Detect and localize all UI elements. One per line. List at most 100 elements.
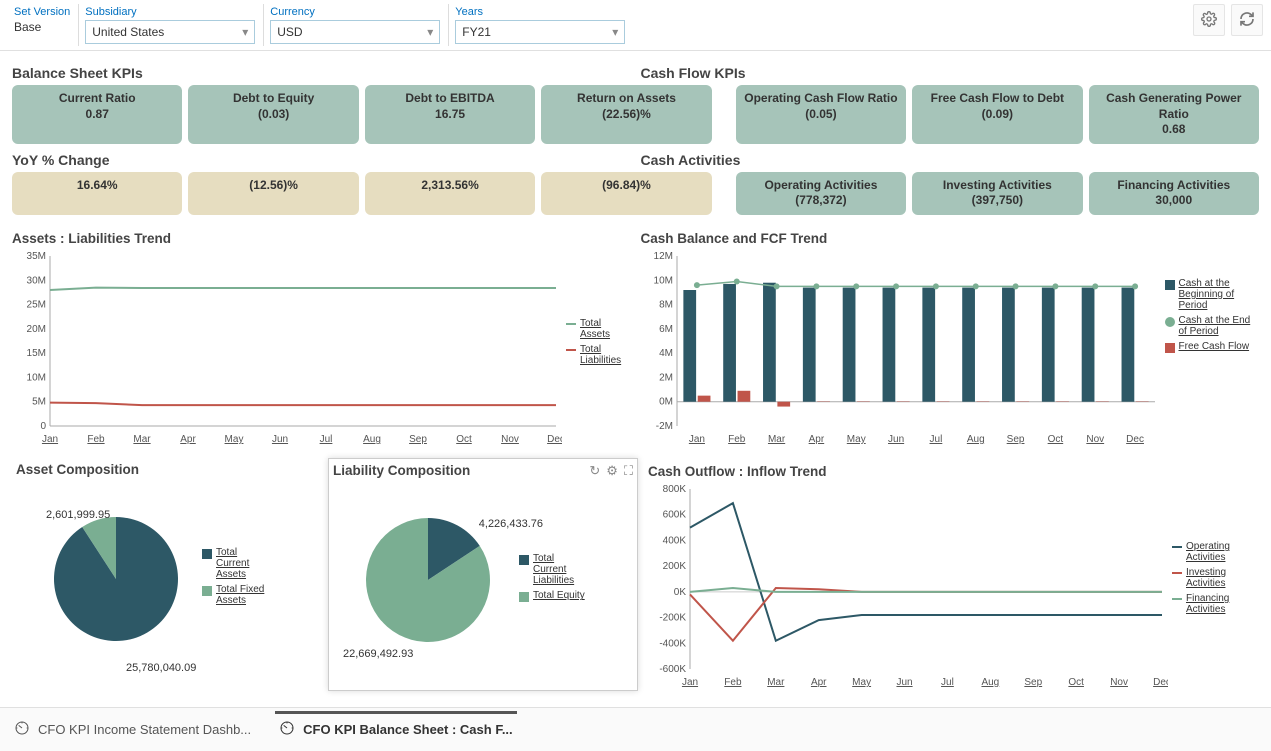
line-chart[interactable]: 05M10M15M20M25M30M35MJanFebMarAprMayJunJ… bbox=[12, 248, 562, 448]
chart-asset-composition: Asset Composition 2,601,999.95 Total Cur… bbox=[12, 458, 322, 691]
bar-chart[interactable]: -2M0M2M4M6M8M10M12MJanFebMarAprMayJunJul… bbox=[641, 248, 1161, 448]
svg-text:Jul: Jul bbox=[929, 434, 942, 445]
filter-label: Years bbox=[455, 6, 625, 18]
expand-icon[interactable]: ⛶ bbox=[624, 463, 633, 479]
svg-text:Sep: Sep bbox=[1024, 677, 1042, 688]
filter-value[interactable]: Base bbox=[14, 20, 70, 34]
legend-swatch bbox=[1172, 598, 1182, 600]
chart-title: Cash Outflow : Inflow Trend bbox=[648, 464, 1259, 479]
legend-swatch bbox=[566, 349, 576, 351]
refresh-icon[interactable]: ↻ bbox=[589, 463, 600, 479]
kpi-yoy-4[interactable]: (96.84)% bbox=[541, 172, 711, 215]
svg-text:10M: 10M bbox=[653, 275, 672, 286]
svg-text:Nov: Nov bbox=[1086, 434, 1104, 445]
kpi-operating-activities[interactable]: Operating Activities(778,372) bbox=[736, 172, 906, 215]
svg-text:6M: 6M bbox=[659, 324, 673, 335]
legend-swatch bbox=[1165, 343, 1175, 353]
panel-toolbar: ↻ ⚙ ⛶ bbox=[589, 463, 633, 479]
legend-swatch bbox=[1172, 546, 1182, 548]
pie-chart[interactable] bbox=[16, 499, 196, 659]
settings-button[interactable] bbox=[1193, 4, 1225, 36]
svg-text:May: May bbox=[852, 677, 871, 688]
chart-cash-balance-fcf: Cash Balance and FCF Trend -2M0M2M4M6M8M… bbox=[641, 231, 1260, 448]
chevron-down-icon: ▾ bbox=[612, 25, 618, 39]
svg-text:-2M: -2M bbox=[655, 421, 672, 432]
filter-currency: Currency USD ▾ bbox=[263, 4, 446, 46]
tab-income-statement[interactable]: CFO KPI Income Statement Dashb... bbox=[10, 714, 255, 745]
svg-text:5M: 5M bbox=[32, 397, 46, 408]
svg-text:20M: 20M bbox=[27, 324, 46, 335]
gear-icon[interactable]: ⚙ bbox=[606, 463, 618, 479]
tab-balance-sheet-cash-flow[interactable]: CFO KPI Balance Sheet : Cash F... bbox=[275, 711, 517, 745]
section-title-balance-sheet-kpis: Balance Sheet KPIs bbox=[12, 65, 631, 81]
kpi-yoy-3[interactable]: 2,313.56% bbox=[365, 172, 535, 215]
svg-text:-600K: -600K bbox=[659, 664, 686, 675]
svg-text:2M: 2M bbox=[659, 372, 673, 383]
refresh-button[interactable] bbox=[1231, 4, 1263, 36]
svg-text:Apr: Apr bbox=[811, 677, 827, 688]
legend-label[interactable]: Free Cash Flow bbox=[1179, 341, 1250, 352]
filter-label: Subsidiary bbox=[85, 6, 255, 18]
tab-label: CFO KPI Balance Sheet : Cash F... bbox=[303, 722, 513, 737]
chevron-down-icon: ▾ bbox=[242, 25, 248, 39]
chart-legend: Total Current Assets Total Fixed Assets bbox=[202, 547, 272, 610]
legend-label[interactable]: Total Current Liabilities bbox=[533, 553, 589, 586]
filter-label: Set Version bbox=[14, 6, 70, 18]
kpi-debt-to-ebitda[interactable]: Debt to EBITDA16.75 bbox=[365, 85, 535, 144]
svg-text:Mar: Mar bbox=[767, 677, 785, 688]
dashboard-icon bbox=[279, 720, 295, 739]
svg-text:Mar: Mar bbox=[767, 434, 785, 445]
kpi-yoy-2[interactable]: (12.56)% bbox=[188, 172, 358, 215]
svg-text:10M: 10M bbox=[27, 372, 46, 383]
legend-label[interactable]: Cash at the End of Period bbox=[1179, 315, 1251, 337]
svg-text:Apr: Apr bbox=[180, 434, 196, 445]
legend-label[interactable]: Total Liabilities bbox=[580, 344, 628, 366]
svg-text:Jul: Jul bbox=[320, 434, 333, 445]
tab-label: CFO KPI Income Statement Dashb... bbox=[38, 722, 251, 737]
svg-text:4M: 4M bbox=[659, 348, 673, 359]
legend-label[interactable]: Cash at the Beginning of Period bbox=[1179, 278, 1251, 311]
filter-subsidiary: Subsidiary United States ▾ bbox=[78, 4, 261, 46]
years-select[interactable]: FY21 ▾ bbox=[455, 20, 625, 44]
filter-set-version: Set Version Base bbox=[8, 4, 76, 36]
filter-bar: Set Version Base Subsidiary United State… bbox=[0, 0, 1271, 51]
kpi-return-on-assets[interactable]: Return on Assets(22.56)% bbox=[541, 85, 711, 144]
kpi-free-cash-flow-to-debt[interactable]: Free Cash Flow to Debt(0.09) bbox=[912, 85, 1082, 144]
legend-swatch bbox=[519, 555, 529, 565]
svg-text:400K: 400K bbox=[663, 535, 687, 546]
svg-text:Oct: Oct bbox=[1047, 434, 1063, 445]
chart-title: Cash Balance and FCF Trend bbox=[641, 231, 1260, 246]
chart-title: Asset Composition bbox=[16, 462, 318, 477]
kpi-investing-activities[interactable]: Investing Activities(397,750) bbox=[912, 172, 1082, 215]
svg-text:Mar: Mar bbox=[133, 434, 151, 445]
pie-value-label: 22,669,492.93 bbox=[343, 648, 413, 660]
svg-text:-200K: -200K bbox=[659, 613, 686, 624]
legend-label[interactable]: Total Fixed Assets bbox=[216, 584, 272, 606]
currency-select[interactable]: USD ▾ bbox=[270, 20, 440, 44]
legend-label[interactable]: Operating Activities bbox=[1186, 541, 1253, 563]
kpi-operating-cash-flow-ratio[interactable]: Operating Cash Flow Ratio(0.05) bbox=[736, 85, 906, 144]
svg-text:200K: 200K bbox=[663, 561, 687, 572]
svg-text:Oct: Oct bbox=[456, 434, 472, 445]
legend-label[interactable]: Investing Activities bbox=[1186, 567, 1253, 589]
kpi-debt-to-equity[interactable]: Debt to Equity(0.03) bbox=[188, 85, 358, 144]
legend-label[interactable]: Financing Activities bbox=[1186, 593, 1253, 615]
svg-text:Aug: Aug bbox=[363, 434, 381, 445]
chart-legend: Total Assets Total Liabilities bbox=[562, 248, 628, 448]
kpi-cash-generating-power-ratio[interactable]: Cash Generating Power Ratio0.68 bbox=[1089, 85, 1259, 144]
kpi-current-ratio[interactable]: Current Ratio0.87 bbox=[12, 85, 182, 144]
subsidiary-select[interactable]: United States ▾ bbox=[85, 20, 255, 44]
svg-text:600K: 600K bbox=[663, 510, 687, 521]
section-title-yoy-change: YoY % Change bbox=[12, 152, 631, 168]
line-chart[interactable]: -600K-400K-200K0K200K400K600K800KJanFebM… bbox=[648, 481, 1168, 691]
svg-text:15M: 15M bbox=[27, 348, 46, 359]
kpi-financing-activities[interactable]: Financing Activities30,000 bbox=[1089, 172, 1259, 215]
svg-text:Oct: Oct bbox=[1068, 677, 1084, 688]
svg-text:35M: 35M bbox=[27, 251, 46, 262]
legend-label[interactable]: Total Equity bbox=[533, 590, 585, 601]
legend-label[interactable]: Total Current Assets bbox=[216, 547, 272, 580]
legend-label[interactable]: Total Assets bbox=[580, 318, 628, 340]
select-value: FY21 bbox=[462, 25, 491, 39]
kpi-yoy-1[interactable]: 16.64% bbox=[12, 172, 182, 215]
svg-text:-400K: -400K bbox=[659, 638, 686, 649]
